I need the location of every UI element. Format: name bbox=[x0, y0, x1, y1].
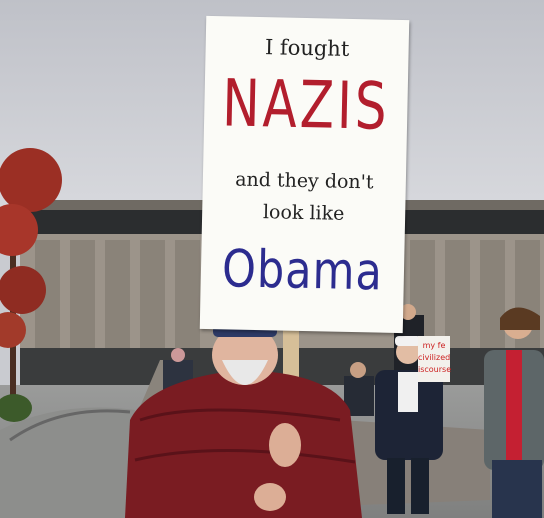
background-sign-line-3: iscourse bbox=[418, 365, 452, 374]
background-sign: my fe civilized iscourse bbox=[418, 336, 452, 382]
sign-line-look-like: look like bbox=[262, 201, 345, 225]
protest-sign: I fought NAZIS and they don't look like … bbox=[199, 15, 410, 334]
background-sign-line-2: civilized bbox=[418, 353, 451, 362]
background-sign-line-1: my fe bbox=[422, 341, 446, 350]
sign-line-obama: Obama bbox=[221, 239, 384, 303]
sign-line-nazis: NAZIS bbox=[221, 65, 391, 145]
sign-line-i-fought: I fought bbox=[264, 35, 350, 61]
sign-line-and-they-dont: and they don't bbox=[234, 168, 374, 194]
